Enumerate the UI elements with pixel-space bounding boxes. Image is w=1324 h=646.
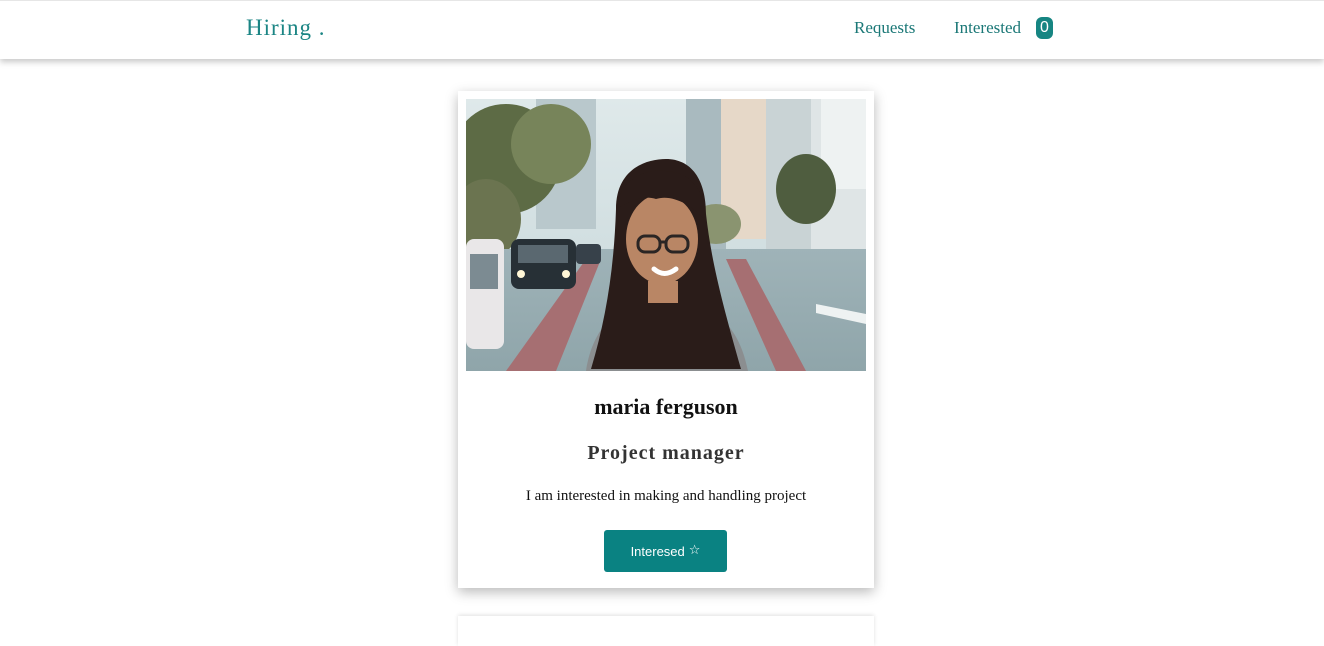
profile-bio: I am interested in making and handling p… [525,488,807,504]
interested-count-badge: 0 [1036,17,1053,39]
profile-photo [466,99,866,371]
brand-logo[interactable]: Hiring . [246,15,326,41]
star-outline-icon: ☆ [688,541,701,557]
nav-link-requests[interactable]: Requests [854,18,915,38]
interested-button-label: Interesed [630,543,685,559]
profile-role: Project manager [587,442,745,464]
nav-link-interested[interactable]: Interested [954,18,1021,38]
profile-name: maria ferguson [594,394,738,419]
next-profile-card-edge [458,616,874,646]
interested-button[interactable]: Interesed ☆ [604,530,727,572]
top-navbar: Hiring . Requests Interested 0 [0,0,1324,59]
profile-card: maria ferguson Project manager I am inte… [458,91,874,588]
